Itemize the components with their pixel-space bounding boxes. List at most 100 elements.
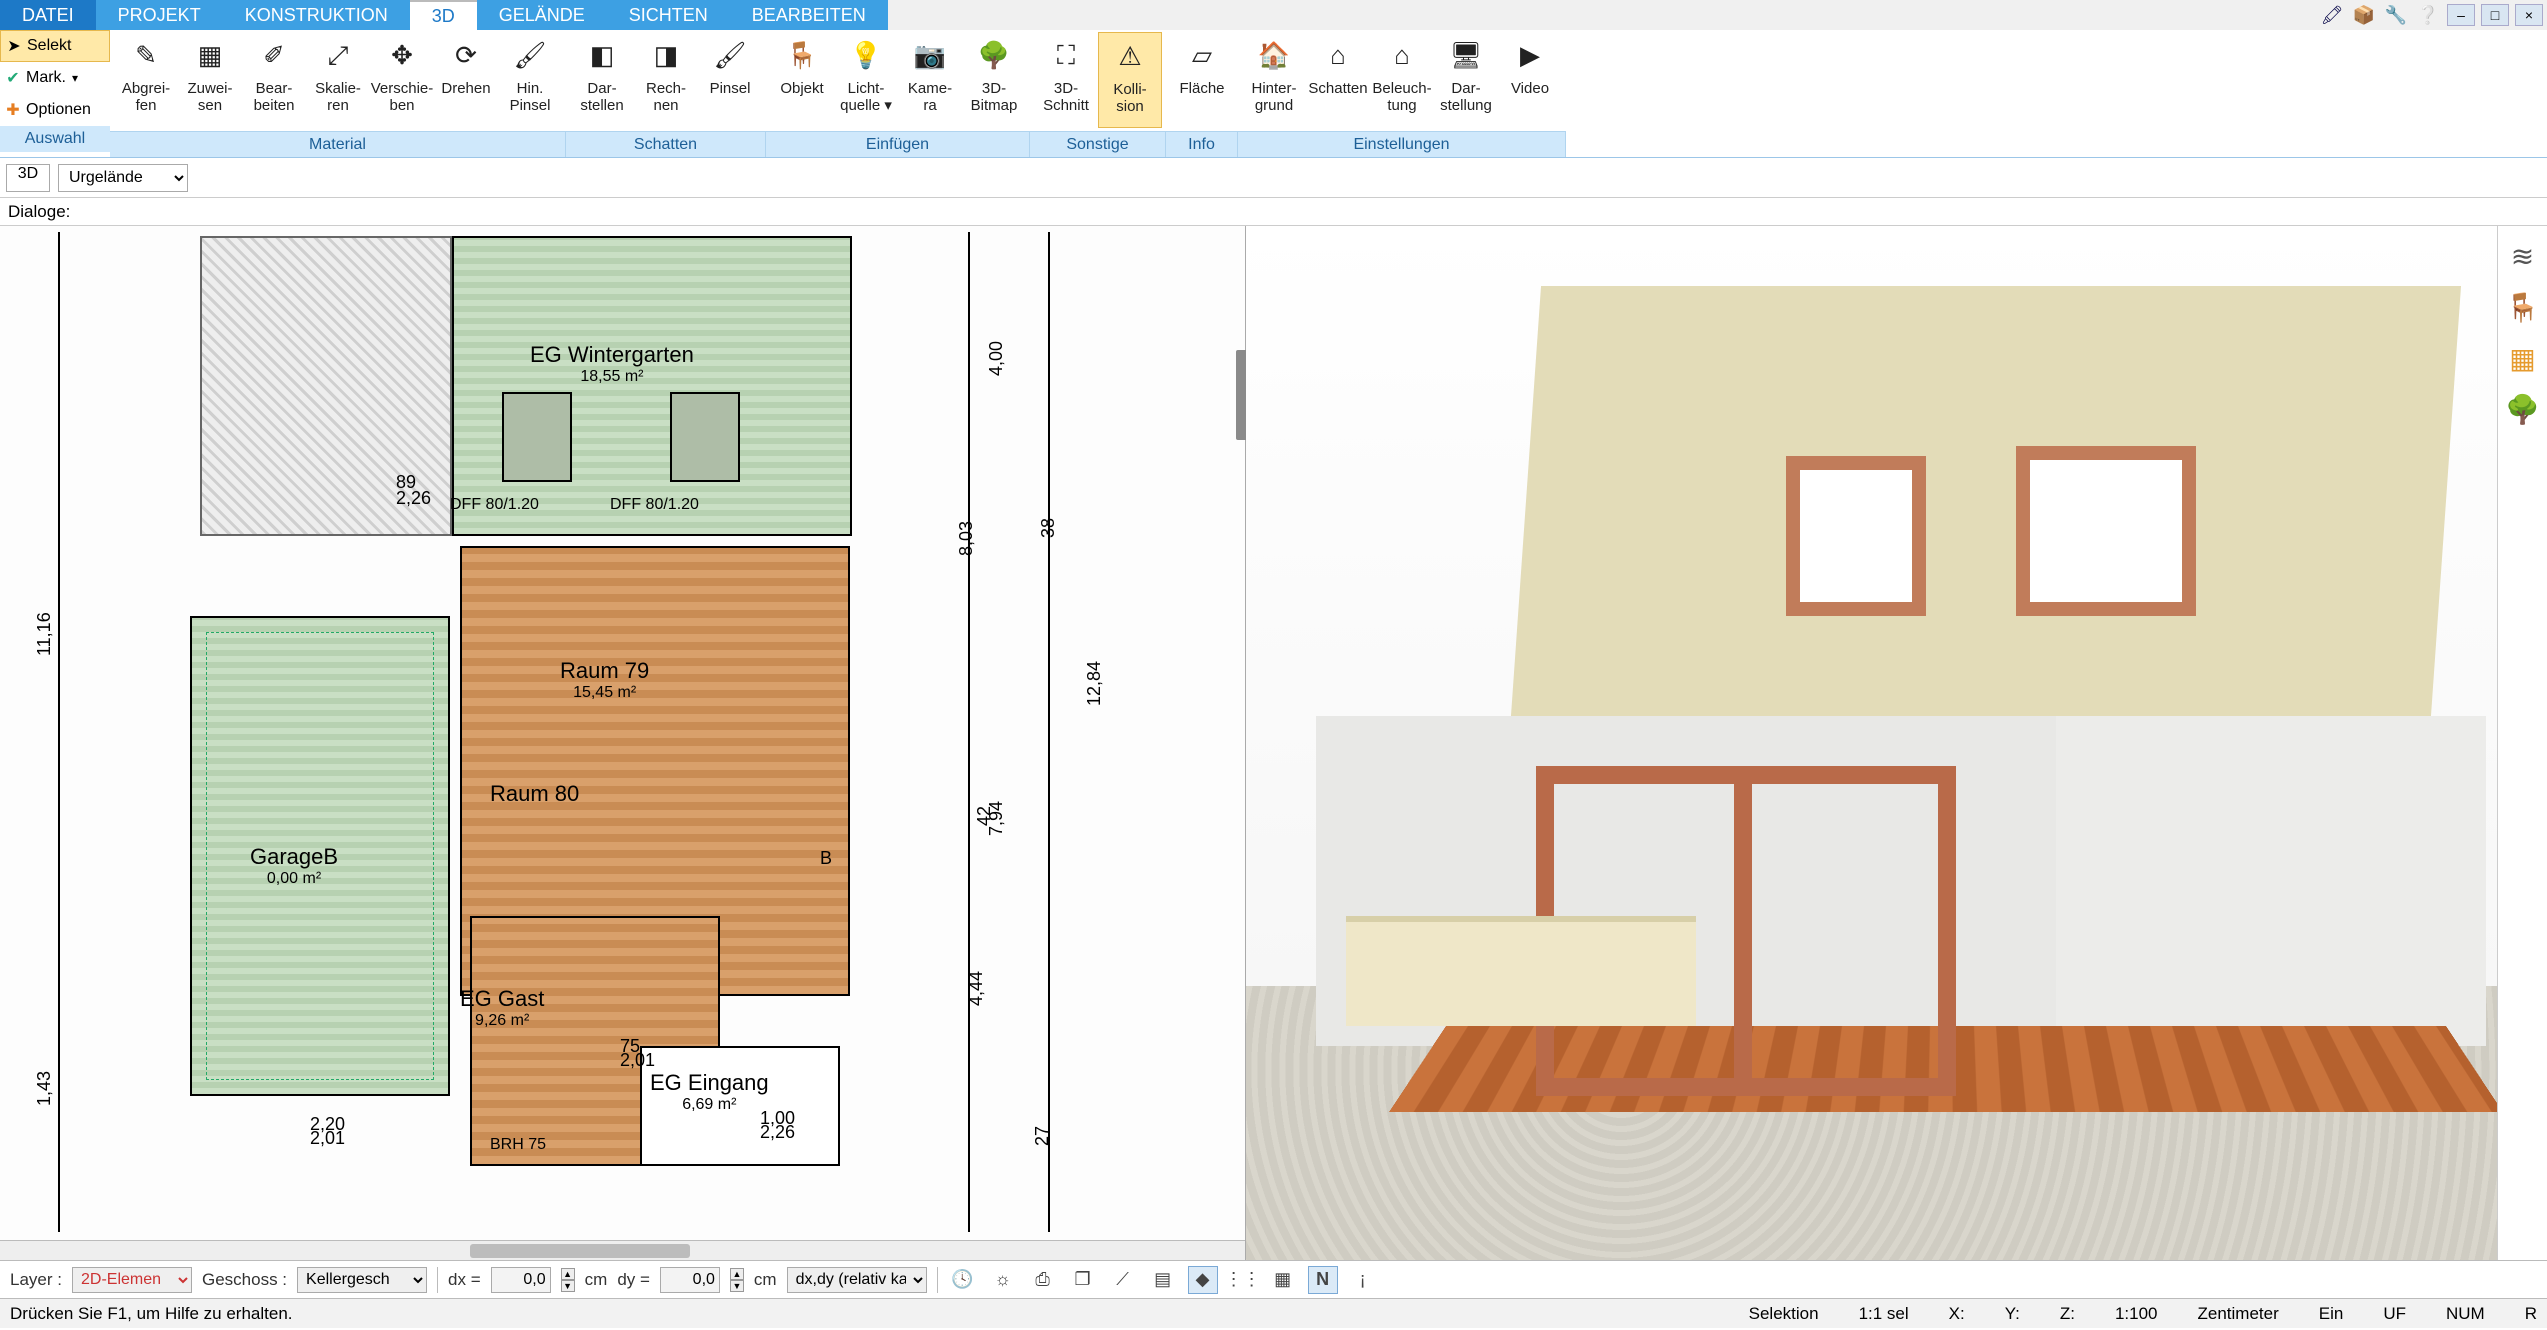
selekt-label: Selekt [27,37,71,55]
shade-icon[interactable]: ◆ [1188,1266,1218,1294]
kamera-label2: ra [923,97,936,114]
rechnen-label1: Rech- [646,80,686,97]
dy-spinner[interactable]: ▲▼ [730,1268,744,1292]
menu-tab-projekt[interactable]: PROJEKT [96,0,223,30]
flaeche-icon: ▱ [1182,36,1222,76]
ribbon-zuweisen[interactable]: ▦Zuwei-sen [178,32,242,128]
menu-tab-konstruktion[interactable]: KONSTRUKTION [223,0,410,30]
ribbon-3d-schnitt[interactable]: ⛶3D-Schnitt [1034,32,1098,128]
layer-label: Layer : [10,1270,62,1290]
ribbon-darstellen[interactable]: ◧Dar-stellen [570,32,634,128]
ribbon-drehen[interactable]: ⟳ Drehen [434,32,498,128]
view-mode-indicator[interactable]: 3D [6,164,50,192]
ribbon-rechnen[interactable]: ◨Rech-nen [634,32,698,128]
info-icon[interactable]: ¡ [1348,1266,1378,1294]
dx-spinner[interactable]: ▲▼ [561,1268,575,1292]
menu-tab-3d[interactable]: 3D [410,0,477,30]
chair-icon[interactable]: 🪑 [2505,291,2540,324]
ribbon-objekt[interactable]: 🪑Objekt [770,32,834,128]
minimize-button[interactable]: – [2447,4,2475,26]
close-button[interactable]: × [2515,4,2543,26]
dimension-text: 2,26 [760,1122,795,1143]
skylight-2[interactable] [670,392,740,482]
status-z: Z: [2060,1304,2075,1324]
geschoss-select[interactable]: Kellergesch [297,1267,427,1293]
scrollbar-horizontal[interactable] [0,1240,1245,1260]
skylight-1[interactable] [502,392,572,482]
angle-icon[interactable]: ⟋ [1108,1266,1138,1294]
status-y: Y: [2005,1304,2020,1324]
hintergrund-icon: 🏠 [1254,36,1294,76]
kollision-label2: sion [1116,98,1144,115]
abgreifen-label1: Abgrei- [122,80,170,97]
ribbon-pinsel[interactable]: 🖌Pinsel [698,32,762,128]
video-label1: Video [1511,80,1549,97]
ribbon-abgreifen[interactable]: ✎Abgrei-fen [114,32,178,128]
ribbon-hin-pinsel[interactable]: 🖌Hin.Pinsel [498,32,562,128]
layers-icon[interactable]: ≋ [2511,240,2534,273]
ribbon-verschieben[interactable]: ✥Verschie-ben [370,32,434,128]
wand-icon[interactable]: 🖍 [2319,2,2345,28]
menu-tab-datei[interactable]: DATEI [0,0,96,30]
drehen-icon: ⟳ [446,36,486,76]
ribbon-darstellung[interactable]: 🖥Dar-stellung [1434,32,1498,128]
dy-input[interactable] [660,1267,720,1293]
coord-mode-select[interactable]: dx,dy (relativ ka [787,1267,927,1293]
ribbon-flaeche[interactable]: ▱Fläche [1170,32,1234,128]
lichtquelle-icon: 💡 [846,36,886,76]
ribbon-kollision[interactable]: ⚠Kolli-sion [1098,32,1162,128]
ribbon-beleuchtung[interactable]: ⌂Beleuch-tung [1370,32,1434,128]
geschoss-label: Geschoss : [202,1270,287,1290]
terrain-select[interactable]: Urgelände [58,164,188,192]
menu-tab-gelände[interactable]: GELÄNDE [477,0,607,30]
mark-button[interactable]: ✔ Mark. [0,62,110,94]
grid-lines-icon[interactable]: ▦ [1268,1266,1298,1294]
hatch-icon[interactable]: ▤ [1148,1266,1178,1294]
room-wintergarten[interactable] [452,236,852,536]
bearbeiten-label2: beiten [254,97,295,114]
wrench-icon[interactable]: 🔧 [2383,2,2409,28]
ribbon-kamera[interactable]: 📷Kame-ra [898,32,962,128]
menu-tab-bearbeiten[interactable]: BEARBEITEN [730,0,888,30]
check-icon: ✔ [4,68,22,88]
optionen-label: Optionen [26,101,91,119]
ribbon-video[interactable]: ▶Video [1498,32,1562,128]
view-2d[interactable]: EG Wintergarten18,55 m²Raum 7915,45 m²Ra… [0,226,1246,1260]
ribbon-hintergrund[interactable]: 🏠Hinter-grund [1242,32,1306,128]
ribbon-bearbeiten[interactable]: ✐Bear-beiten [242,32,306,128]
ribbon-3d-bitmap[interactable]: 🌳3D-Bitmap [962,32,1026,128]
menu-tab-sichten[interactable]: SICHTEN [607,0,730,30]
dimension-text: 1,43 [34,1071,55,1106]
help-icon[interactable]: ❔ [2415,2,2441,28]
stack-icon[interactable]: ❐ [1068,1266,1098,1294]
grid-dots-icon[interactable]: ⋮⋮ [1228,1266,1258,1294]
optionen-button[interactable]: ✚ Optionen [0,94,110,126]
ribbon-group-label: Schatten [566,131,766,157]
selekt-button[interactable]: ➤ Selekt [0,30,110,62]
tree-icon[interactable]: 🌳 [2505,393,2540,426]
ribbon-schatten-einst[interactable]: ⌂Schatten [1306,32,1370,128]
ribbon-group-label: Einstellungen [1238,131,1566,157]
separator [437,1267,438,1293]
status-r: R [2525,1304,2537,1324]
box-icon[interactable]: 📦 [2351,2,2377,28]
status-help: Drücken Sie F1, um Hilfe zu erhalten. [10,1304,293,1324]
room-label: Raum 7915,45 m² [560,658,649,702]
view-3d[interactable] [1246,226,2497,1260]
layer-select[interactable]: 2D-Elemen [72,1267,192,1293]
3d-schnitt-label2: Schnitt [1043,97,1089,114]
dx-input[interactable] [491,1267,551,1293]
ribbon-group-material: ✎Abgrei-fen▦Zuwei-sen✐Bear-beiten⤢Skalie… [110,30,566,157]
drehen-label1: Drehen [441,80,490,97]
materials-icon[interactable]: ▦ [2509,342,2535,375]
skalieren-label1: Skalie- [315,80,361,97]
clock-icon[interactable]: 🕓 [948,1266,978,1294]
north-icon[interactable]: N [1308,1266,1338,1294]
ribbon-skalieren[interactable]: ⤢Skalie-ren [306,32,370,128]
print-icon[interactable]: ⎙ [1028,1266,1058,1294]
sun-icon[interactable]: ☼ [988,1266,1018,1294]
dimension-text: 27 [1032,1126,1053,1146]
maximize-button[interactable]: □ [2481,4,2509,26]
scrollbar-thumb[interactable] [470,1244,690,1258]
ribbon-lichtquelle[interactable]: 💡Licht-quelle ▾ [834,32,898,128]
